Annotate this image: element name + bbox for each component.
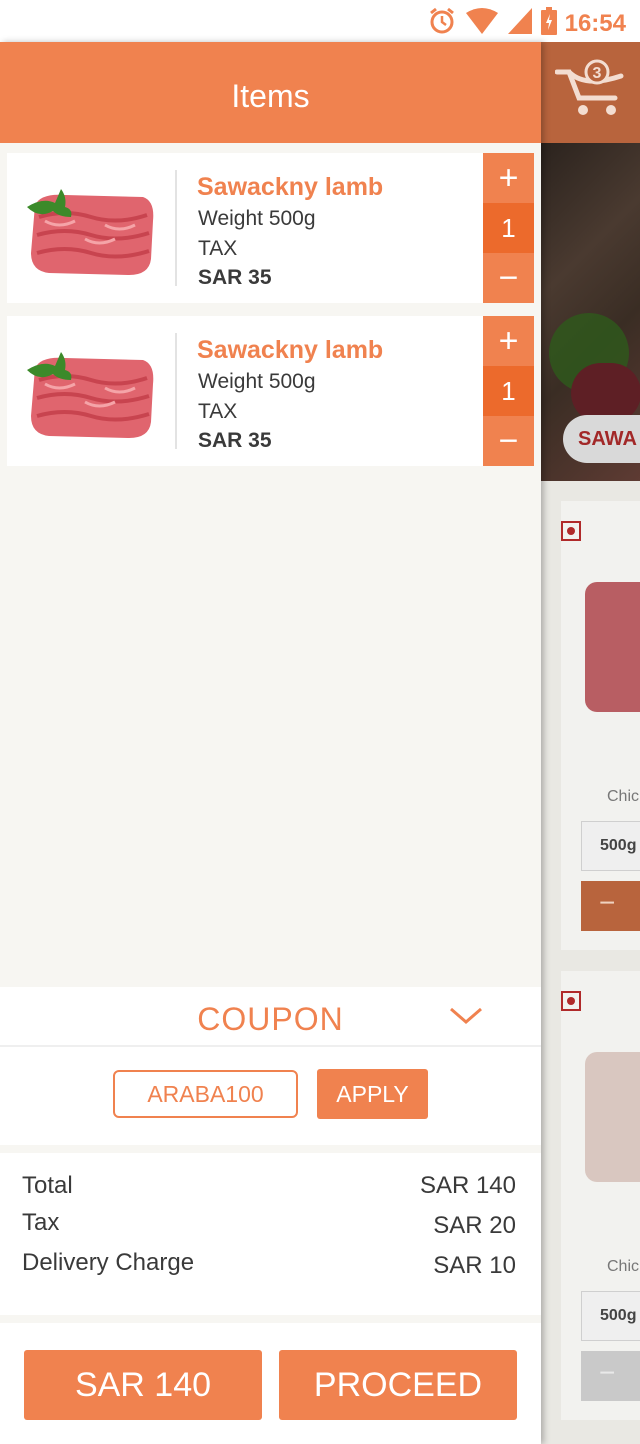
drawer-header: Items (0, 42, 541, 143)
item-tax: TAX (198, 237, 238, 260)
item-weight: Weight 500g (198, 207, 316, 230)
total-amount-button[interactable]: SAR 140 (24, 1350, 262, 1420)
quantity-value: 1 (483, 203, 534, 253)
delivery-charge-label: Delivery Charge (22, 1249, 195, 1276)
total-value: SAR 140 (419, 1172, 516, 1199)
quantity-stepper: + 1 − (483, 153, 534, 303)
delivery-charge-value: SAR 10 (433, 1252, 516, 1279)
background-minus-button[interactable]: − (581, 881, 640, 931)
background-header: 3 (541, 42, 640, 143)
chevron-down-icon[interactable] (448, 1005, 484, 1032)
item-name: Sawackny lamb (197, 336, 384, 364)
wifi-icon (465, 7, 499, 40)
apply-coupon-button[interactable]: APPLY (317, 1069, 428, 1119)
drawer-title: Items (231, 78, 310, 114)
banner-label[interactable]: SAWA (563, 415, 640, 463)
banner-meat (571, 363, 640, 423)
order-summary: Total SAR 140 Tax SAR 20 Delivery Charge… (0, 1153, 541, 1315)
item-weight: Weight 500g (198, 370, 316, 393)
background-minus-button[interactable]: − (581, 1351, 640, 1401)
decrease-quantity-button[interactable]: − (483, 416, 534, 466)
quantity-value: 1 (483, 366, 534, 416)
coupon-toggle[interactable]: COUPON (0, 987, 541, 1047)
item-price: SAR 35 (198, 266, 272, 289)
cart-item: Sawackny lamb Weight 500g TAX SAR 35 + 1… (7, 316, 534, 466)
item-tax: TAX (198, 400, 238, 423)
item-name: Sawackny lamb (197, 173, 384, 201)
cart-item: Sawackny lamb Weight 500g TAX SAR 35 + 1… (7, 153, 534, 303)
item-divider (175, 333, 177, 449)
increase-quantity-button[interactable]: + (483, 316, 534, 366)
total-label: Total (22, 1172, 73, 1199)
status-time: 16:54 (564, 9, 626, 37)
quantity-stepper: + 1 − (483, 316, 534, 466)
checkout-footer: SAR 140 PROCEED (0, 1323, 541, 1444)
status-icons: 16:54 (427, 6, 626, 41)
coupon-row: APPLY (0, 1047, 541, 1145)
veg-marker-icon (561, 521, 581, 541)
item-price: SAR 35 (198, 429, 272, 452)
status-bar: 16:54 (0, 0, 640, 42)
tax-label: Tax (22, 1209, 60, 1236)
battery-icon (540, 7, 557, 40)
background-product-image (585, 582, 640, 712)
proceed-button[interactable]: PROCEED (279, 1350, 517, 1420)
product-image (25, 177, 157, 281)
tax-value: SAR 20 (433, 1212, 516, 1239)
cart-drawer: Items Sawackny lamb Weight 500g TAX SAR … (0, 42, 541, 1444)
background-product-label: Chic (607, 1258, 640, 1275)
background-weight-select[interactable]: 500g (581, 821, 640, 871)
coupon-code-input[interactable] (113, 1070, 298, 1118)
cart-icon[interactable]: 3 (554, 58, 629, 123)
alarm-icon (427, 6, 457, 41)
cart-count: 3 (593, 65, 602, 82)
item-divider (175, 170, 177, 286)
veg-marker-icon (561, 991, 581, 1011)
background-product-image (585, 1052, 640, 1182)
background-weight-select[interactable]: 500g (581, 1291, 640, 1341)
background-product-label: Chic (607, 788, 640, 805)
background-app: 3 SAWA Chic 500g − Chic 500g − (541, 42, 640, 1444)
product-image (25, 340, 157, 444)
decrease-quantity-button[interactable]: − (483, 253, 534, 303)
increase-quantity-button[interactable]: + (483, 153, 534, 203)
signal-icon (507, 7, 533, 40)
